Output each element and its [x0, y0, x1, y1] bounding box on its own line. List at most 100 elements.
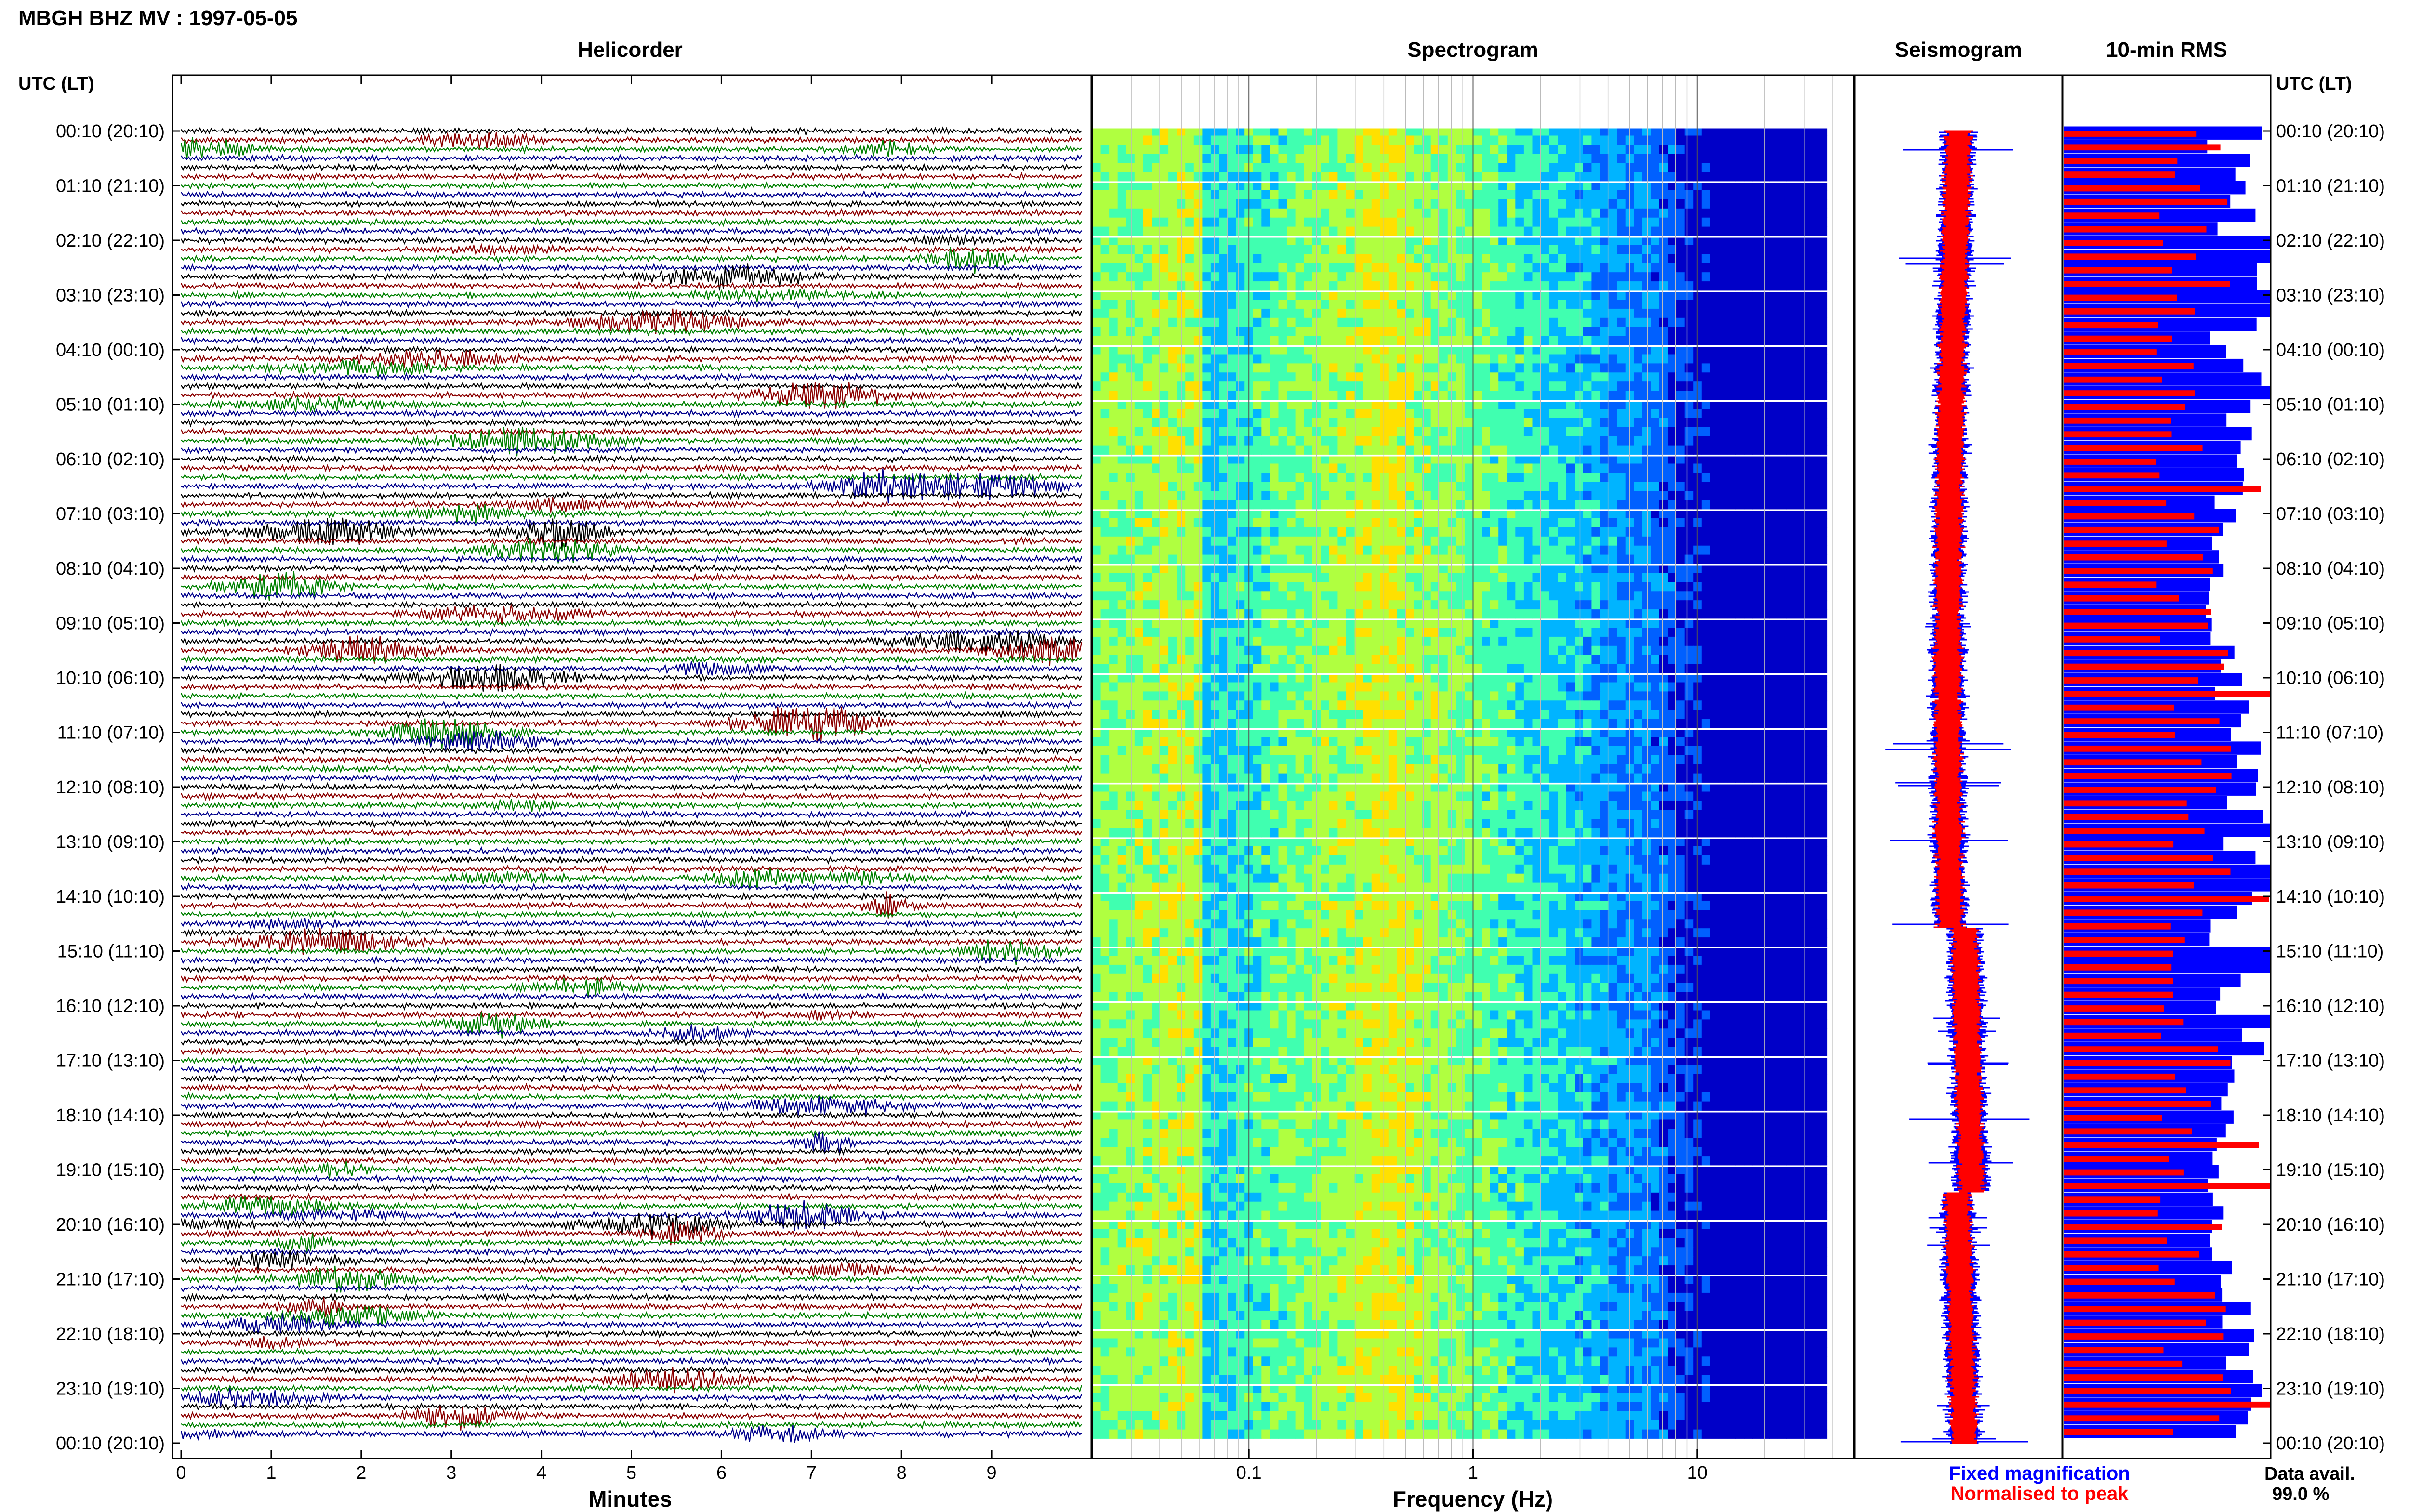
spectrogram-cell [1583, 292, 1592, 300]
spectrogram-cell [1549, 554, 1558, 564]
spectrogram-cell [1591, 536, 1601, 546]
spectrogram-cell [1329, 463, 1338, 473]
spectrogram-cell [1287, 545, 1296, 555]
spectrogram-cell [1346, 536, 1355, 546]
helicorder-trace [181, 1336, 1082, 1351]
spectrogram-cell [1346, 609, 1355, 619]
spectrogram-cell [1168, 473, 1178, 482]
spectrogram-cell [1795, 381, 1804, 391]
spectrogram-cell [1752, 263, 1761, 273]
spectrogram-cell [1634, 536, 1643, 546]
spectrogram-cell [1321, 565, 1330, 573]
spectrogram-cell [1473, 327, 1482, 336]
spectrogram-cell [1295, 292, 1304, 300]
spectrogram-cell [1608, 336, 1617, 345]
spectrogram-cell [1507, 336, 1516, 345]
spectrogram-cell [1498, 347, 1508, 355]
spectrogram-cell [1236, 600, 1245, 610]
spectrogram-cell [1092, 445, 1101, 455]
spectrogram-cell [1346, 154, 1355, 163]
spectrogram-cell [1456, 199, 1465, 209]
spectrogram-cell [1117, 190, 1126, 200]
spectrogram-cell [1210, 445, 1220, 455]
spectrogram-cell [1583, 402, 1592, 409]
spectrogram-cell [1812, 347, 1821, 355]
spectrogram-cell [1558, 308, 1567, 318]
spectrogram-cell [1676, 545, 1685, 555]
spectrogram-cell [1388, 217, 1397, 227]
spectrogram-cell [1193, 281, 1203, 291]
spectrogram-cell [1287, 381, 1296, 391]
spectrogram-cell [1270, 145, 1279, 154]
spectrogram-cell [1760, 500, 1770, 510]
spectrogram-cell [1456, 135, 1465, 145]
spectrogram-cell [1684, 573, 1694, 582]
spectrogram-cell [1456, 317, 1465, 328]
spectrogram-cell [1659, 491, 1668, 500]
spectrogram-cell [1185, 582, 1194, 592]
spectrogram-cell [1566, 491, 1575, 500]
spectrogram-cell [1346, 620, 1355, 628]
spectrogram-cell [1795, 183, 1804, 191]
spectrogram-cell [1820, 199, 1828, 209]
spectrogram-cell [1337, 500, 1347, 510]
spectrogram-cell [1278, 300, 1287, 309]
spectrogram-cell [1219, 308, 1228, 318]
spectrogram-cell [1295, 573, 1304, 582]
helicorder-trace [181, 1283, 1082, 1293]
spectrogram-cell [1718, 418, 1728, 428]
spectrogram-cell [1777, 308, 1787, 318]
spectrogram-cell [1295, 482, 1304, 491]
spectrogram-cell [1523, 511, 1533, 519]
spectrogram-cell [1473, 308, 1482, 318]
spectrogram-cell [1439, 456, 1448, 464]
spectrogram-cell [1160, 281, 1169, 291]
spectrogram-cell [1380, 527, 1389, 537]
spectrogram-cell [1566, 527, 1575, 537]
spectrogram-cell [1287, 163, 1296, 172]
spectrogram-cell [1575, 436, 1584, 446]
spectrogram-cell [1261, 473, 1271, 482]
spectrogram-cell [1439, 436, 1448, 446]
spectrogram-cell [1152, 582, 1161, 592]
spectrogram-cell [1507, 381, 1516, 391]
spectrogram-cell [1464, 600, 1474, 610]
spectrogram-cell [1549, 327, 1558, 336]
spectrogram-cell [1219, 199, 1228, 209]
spectrogram-cell [1380, 491, 1389, 500]
spectrogram-cell [1321, 600, 1330, 610]
spectrogram-cell [1287, 436, 1296, 446]
spectrogram-cell [1684, 518, 1694, 528]
spectrogram-cell [1676, 536, 1685, 546]
spectrogram-cell [1253, 183, 1262, 191]
spectrogram-cell [1795, 473, 1804, 482]
spectrogram-cell [1228, 402, 1237, 409]
spectrogram-cell [1676, 199, 1685, 209]
spectrogram-cell [1456, 245, 1465, 254]
spectrogram-cell [1464, 354, 1474, 364]
spectrogram-cell [1456, 263, 1465, 273]
spectrogram-cell [1405, 600, 1415, 610]
spectrogram-cell [1346, 591, 1355, 601]
spectrogram-cell [1193, 463, 1203, 473]
spectrogram-cell [1575, 281, 1584, 291]
spectrogram-cell [1473, 500, 1482, 510]
spectrogram-cell [1532, 281, 1541, 291]
spectrogram-cell [1202, 473, 1211, 482]
spectrogram-cell [1473, 199, 1482, 209]
spectrogram-cell [1515, 500, 1524, 510]
spectrogram-cell [1253, 628, 1262, 637]
helicorder-trace [181, 446, 1082, 455]
spectrogram-cell [1185, 436, 1194, 446]
spectrogram-cell [1380, 518, 1389, 528]
spectrogram-cell [1456, 609, 1465, 619]
spectrogram-cell [1482, 336, 1491, 345]
spectrogram-cell [1337, 436, 1347, 446]
spectrogram-cell [1668, 600, 1677, 610]
spectrogram-cell [1363, 292, 1372, 300]
spectrogram-cell [1109, 445, 1118, 455]
spectrogram-cell [1777, 128, 1787, 136]
spectrogram-cell [1380, 391, 1389, 400]
spectrogram-cell [1414, 600, 1423, 610]
spectrogram-cell [1456, 628, 1465, 637]
